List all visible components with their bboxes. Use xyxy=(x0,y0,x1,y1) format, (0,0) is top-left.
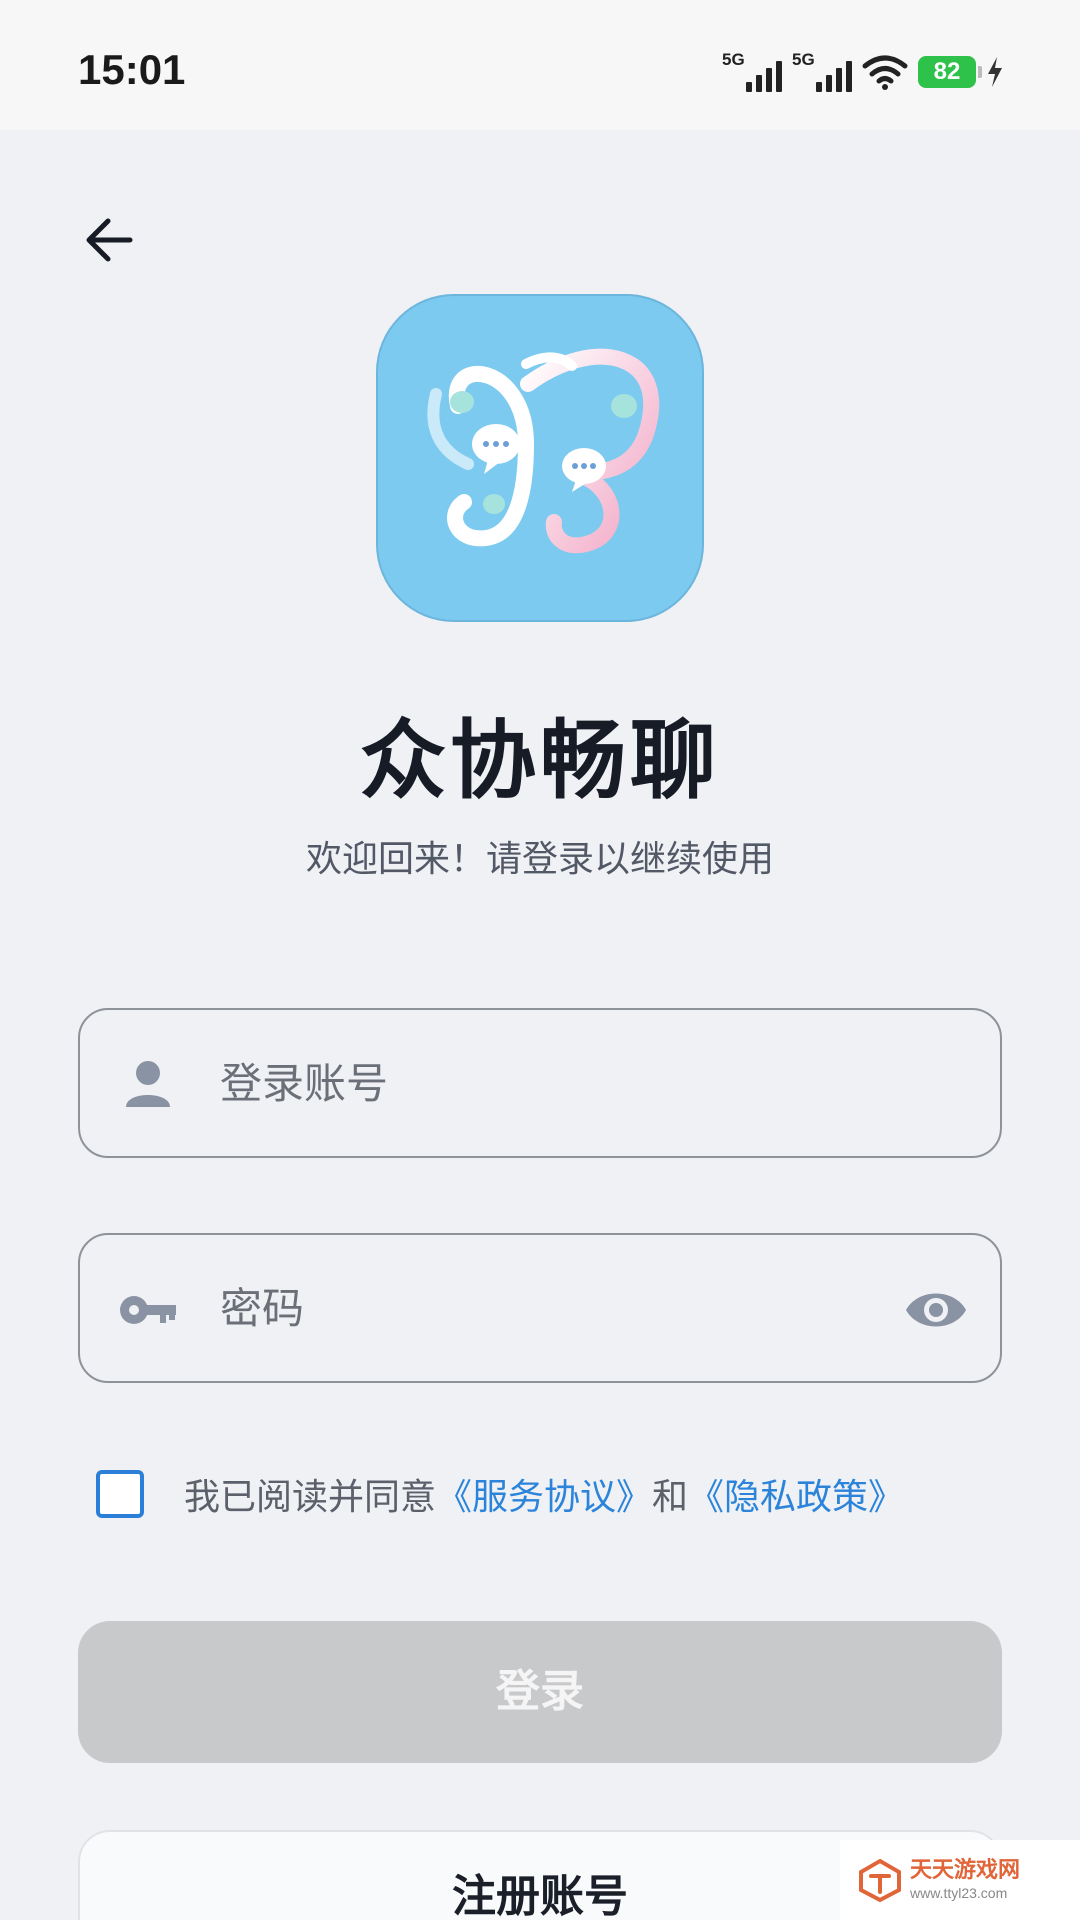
network-type-label-2: 5G xyxy=(792,50,815,69)
watermark-logo-icon xyxy=(859,1858,901,1902)
status-icons: 5G 5G 82 xyxy=(722,50,1004,94)
login-button[interactable]: 登录 xyxy=(78,1621,1002,1763)
back-button[interactable] xyxy=(78,208,142,272)
terms-of-service-link[interactable]: 《服务协议》 xyxy=(436,1477,652,1518)
agreement-prefix: 我已阅读并同意 xyxy=(184,1477,437,1518)
agreement-row: 我已阅读并同意《服务协议》和《隐私政策》 xyxy=(96,1468,996,1520)
watermark-url: www.ttyl23.com xyxy=(910,1885,1008,1901)
password-input[interactable] xyxy=(220,1235,900,1381)
app-logo xyxy=(376,294,704,622)
charging-icon xyxy=(988,57,1002,87)
agreement-text: 我已阅读并同意《服务协议》和《隐私政策》 xyxy=(184,1468,904,1520)
privacy-policy-link[interactable]: 《隐私政策》 xyxy=(688,1477,904,1518)
password-field[interactable] xyxy=(78,1233,1002,1383)
eye-icon[interactable] xyxy=(904,1278,968,1342)
cellular-signal-icon: 5G xyxy=(722,50,782,94)
status-time: 15:01 xyxy=(78,46,186,93)
agreement-conjunction: 和 xyxy=(652,1477,689,1518)
account-input[interactable] xyxy=(220,1010,900,1156)
person-icon xyxy=(126,1061,170,1107)
butterfly-chat-logo-icon xyxy=(427,348,660,554)
agreement-checkbox[interactable] xyxy=(96,1470,144,1518)
welcome-subtitle: 欢迎回来！请登录以继续使用 xyxy=(305,839,774,880)
app-name: 众协畅聊 xyxy=(360,711,720,811)
watermark-name: 天天游戏网 xyxy=(910,1858,1021,1883)
account-field[interactable] xyxy=(78,1008,1002,1158)
wifi-icon xyxy=(862,55,908,90)
site-watermark: 天天游戏网 www.ttyl23.com xyxy=(840,1840,1080,1920)
cellular-signal-icon-2: 5G xyxy=(792,50,852,94)
key-icon xyxy=(120,1296,176,1324)
battery-indicator: 82 xyxy=(918,56,982,88)
status-bar: 15:01 5G 5G 82 xyxy=(0,0,1080,130)
arrow-left-icon xyxy=(86,218,133,262)
network-type-label: 5G xyxy=(722,50,745,69)
